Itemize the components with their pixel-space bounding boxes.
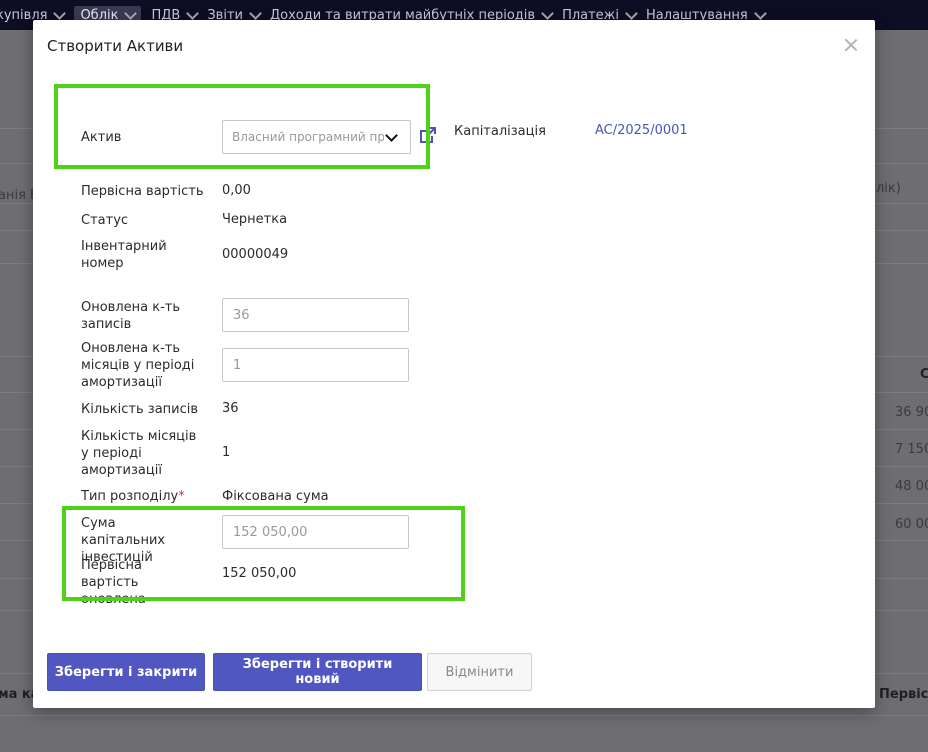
records-count-value: 36 — [222, 401, 239, 416]
updated-records-label: Оновлена к-ть записів — [81, 300, 181, 332]
initial-cost-updated-label: Первісна вартість оновлена — [81, 558, 146, 607]
initial-cost-value: 0,00 — [222, 183, 251, 198]
capitalization-link[interactable]: AC/2025/0001 — [595, 123, 688, 138]
initial-cost-updated-value: 152 050,00 — [222, 566, 297, 581]
chevron-down-icon — [385, 129, 398, 142]
capital-investment-input[interactable] — [222, 515, 409, 549]
capitalization-label: Капіталізація — [454, 124, 546, 139]
close-icon[interactable] — [843, 37, 859, 53]
save-and-close-button[interactable]: Зберегти і закрити — [47, 653, 205, 691]
bg-amount: 7 150 — [895, 442, 928, 457]
chevron-down-icon — [124, 6, 138, 20]
asset-select-value: Власний програмний продукт — [232, 130, 384, 144]
inventory-number-label: Інвентарний номер — [81, 239, 167, 271]
distribution-type-value: Фіксована сума — [222, 489, 329, 504]
create-asset-dialog: Створити Активи Актив Власний програмний… — [33, 20, 875, 708]
divider — [0, 715, 928, 716]
save-and-create-new-button[interactable]: Зберегти і створити новий — [213, 653, 422, 691]
status-label: Статус — [81, 213, 129, 228]
asset-label: Актив — [81, 130, 122, 145]
bg-column-header: С — [920, 367, 928, 382]
chevron-down-icon — [625, 6, 638, 20]
months-count-label: Кількість місяців у періоді амортизації — [81, 429, 197, 478]
updated-months-input[interactable] — [222, 348, 409, 382]
months-count-value: 1 — [222, 445, 231, 460]
bg-footer-label: Первісн — [879, 687, 928, 702]
status-value: Чернетка — [222, 212, 288, 227]
bg-amount: 60 00 — [895, 517, 928, 532]
inventory-number-value: 00000049 — [222, 247, 289, 262]
external-link-icon[interactable] — [419, 126, 437, 144]
required-mark: * — [178, 489, 185, 504]
chevron-down-icon — [753, 6, 767, 20]
chevron-down-icon — [186, 6, 200, 20]
dialog-title: Створити Активи — [47, 37, 184, 55]
distribution-type-label-text: Тип розподілу — [81, 489, 179, 504]
updated-months-label: Оновлена к-ть місяців у періоді амортиза… — [81, 341, 195, 390]
distribution-type-label: Тип розподілу* — [81, 488, 211, 505]
bg-amount: 36 90 — [895, 405, 928, 420]
bg-filter-text: лік) — [876, 181, 901, 196]
asset-select[interactable]: Власний програмний продукт — [222, 120, 411, 154]
bg-amount: 48 00 — [895, 479, 928, 494]
initial-cost-label: Первісна вартість — [81, 184, 204, 199]
chevron-down-icon — [249, 6, 262, 20]
records-count-label: Кількість записів — [81, 402, 199, 417]
chevron-down-icon — [53, 6, 67, 20]
cancel-button[interactable]: Відмінити — [427, 653, 532, 691]
updated-records-input[interactable] — [222, 298, 409, 332]
chevron-down-icon — [541, 6, 554, 20]
